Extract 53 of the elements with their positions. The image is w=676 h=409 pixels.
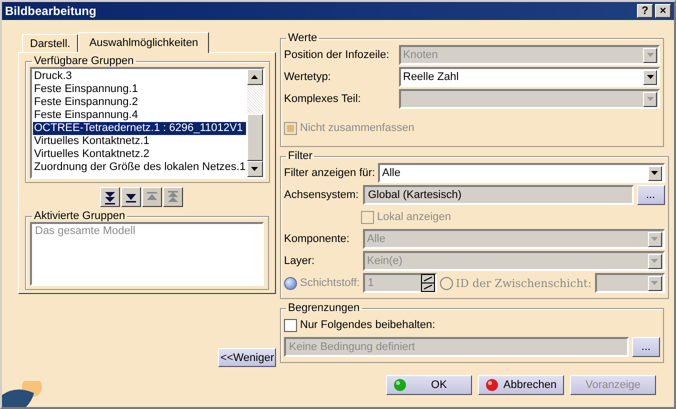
window-title: Bildbearbeitung xyxy=(5,4,96,18)
list-item[interactable]: Druck.3 xyxy=(33,70,246,83)
group-title: Aktivierte Gruppen xyxy=(33,210,126,222)
list-item[interactable]: Zuordnung der Größe des lokalen Netzes.1 xyxy=(33,161,246,174)
less-button[interactable]: <<Weniger xyxy=(218,348,276,367)
move-all-down-button[interactable] xyxy=(100,187,120,207)
checkbox-label: Nur Folgendes beibehalten: xyxy=(300,319,436,331)
checkbox-label: Nicht zusammenfassen xyxy=(300,122,414,134)
caret-icon xyxy=(643,70,657,84)
list-item[interactable]: Virtuelles Kontaktnetz.1 xyxy=(33,135,246,148)
move-down-button[interactable] xyxy=(120,187,140,207)
caret-icon xyxy=(648,276,662,290)
group-title: Werte xyxy=(287,32,318,44)
cancel-button[interactable]: Abbrechen xyxy=(478,375,564,395)
globe-icon xyxy=(2,381,42,407)
list-item[interactable]: Feste Einspannung.4 xyxy=(33,109,246,122)
dropdown[interactable]: Alle xyxy=(378,163,665,183)
list-item[interactable]: Feste Einspannung.1 xyxy=(33,83,246,96)
checkbox-label: Lokal anzeigen xyxy=(377,211,452,223)
scrollbar[interactable] xyxy=(246,69,263,177)
field-label: Komplexes Teil: xyxy=(284,93,362,105)
radio-label: Schichtstoff: xyxy=(300,277,360,289)
dropdown[interactable]: Reelle Zahl xyxy=(399,67,660,87)
ball-icon xyxy=(393,378,408,392)
caret-icon xyxy=(648,166,662,180)
text-field[interactable]: Global (Kartesisch) xyxy=(363,185,634,205)
tab[interactable]: Darstell. xyxy=(22,34,78,52)
field-label: Komponente: xyxy=(284,233,350,245)
group-title: Begrenzungen xyxy=(287,302,361,314)
browse-button[interactable]: ... xyxy=(636,185,665,205)
caret-icon xyxy=(648,232,662,246)
help-button[interactable]: ? xyxy=(637,4,653,18)
tab[interactable]: Auswahlmöglichkeiten xyxy=(78,32,210,53)
close-button[interactable]: × xyxy=(655,4,671,18)
radio-label: ID der Zwischenschicht: xyxy=(456,276,592,290)
scroll-up-icon[interactable] xyxy=(251,75,258,79)
checkbox[interactable] xyxy=(284,318,297,332)
list-item[interactable]: Feste Einspannung.2 xyxy=(33,96,246,109)
field-label: Position der Infozeile: xyxy=(284,49,390,61)
field-label: Achsensystem: xyxy=(284,189,360,201)
ok-button[interactable]: OK xyxy=(386,375,472,395)
field-label: Layer: xyxy=(284,255,316,267)
field-label: Wertetyp: xyxy=(284,71,332,83)
caret-icon xyxy=(643,48,657,62)
group-title: Filter xyxy=(287,150,314,162)
caret-icon xyxy=(643,92,657,106)
group-title: Verfügbare Gruppen xyxy=(33,55,135,67)
ball-icon xyxy=(485,378,500,392)
list-item[interactable]: Virtuelles Kontaktnetz.2 xyxy=(33,148,246,161)
list-item[interactable]: OCTREE-Tetraedernetz.1 : 6296_11012V1 xyxy=(33,122,246,135)
caret-icon xyxy=(648,254,662,268)
field-label: Filter anzeigen für: xyxy=(284,167,376,179)
scroll-down-icon[interactable] xyxy=(251,167,258,171)
